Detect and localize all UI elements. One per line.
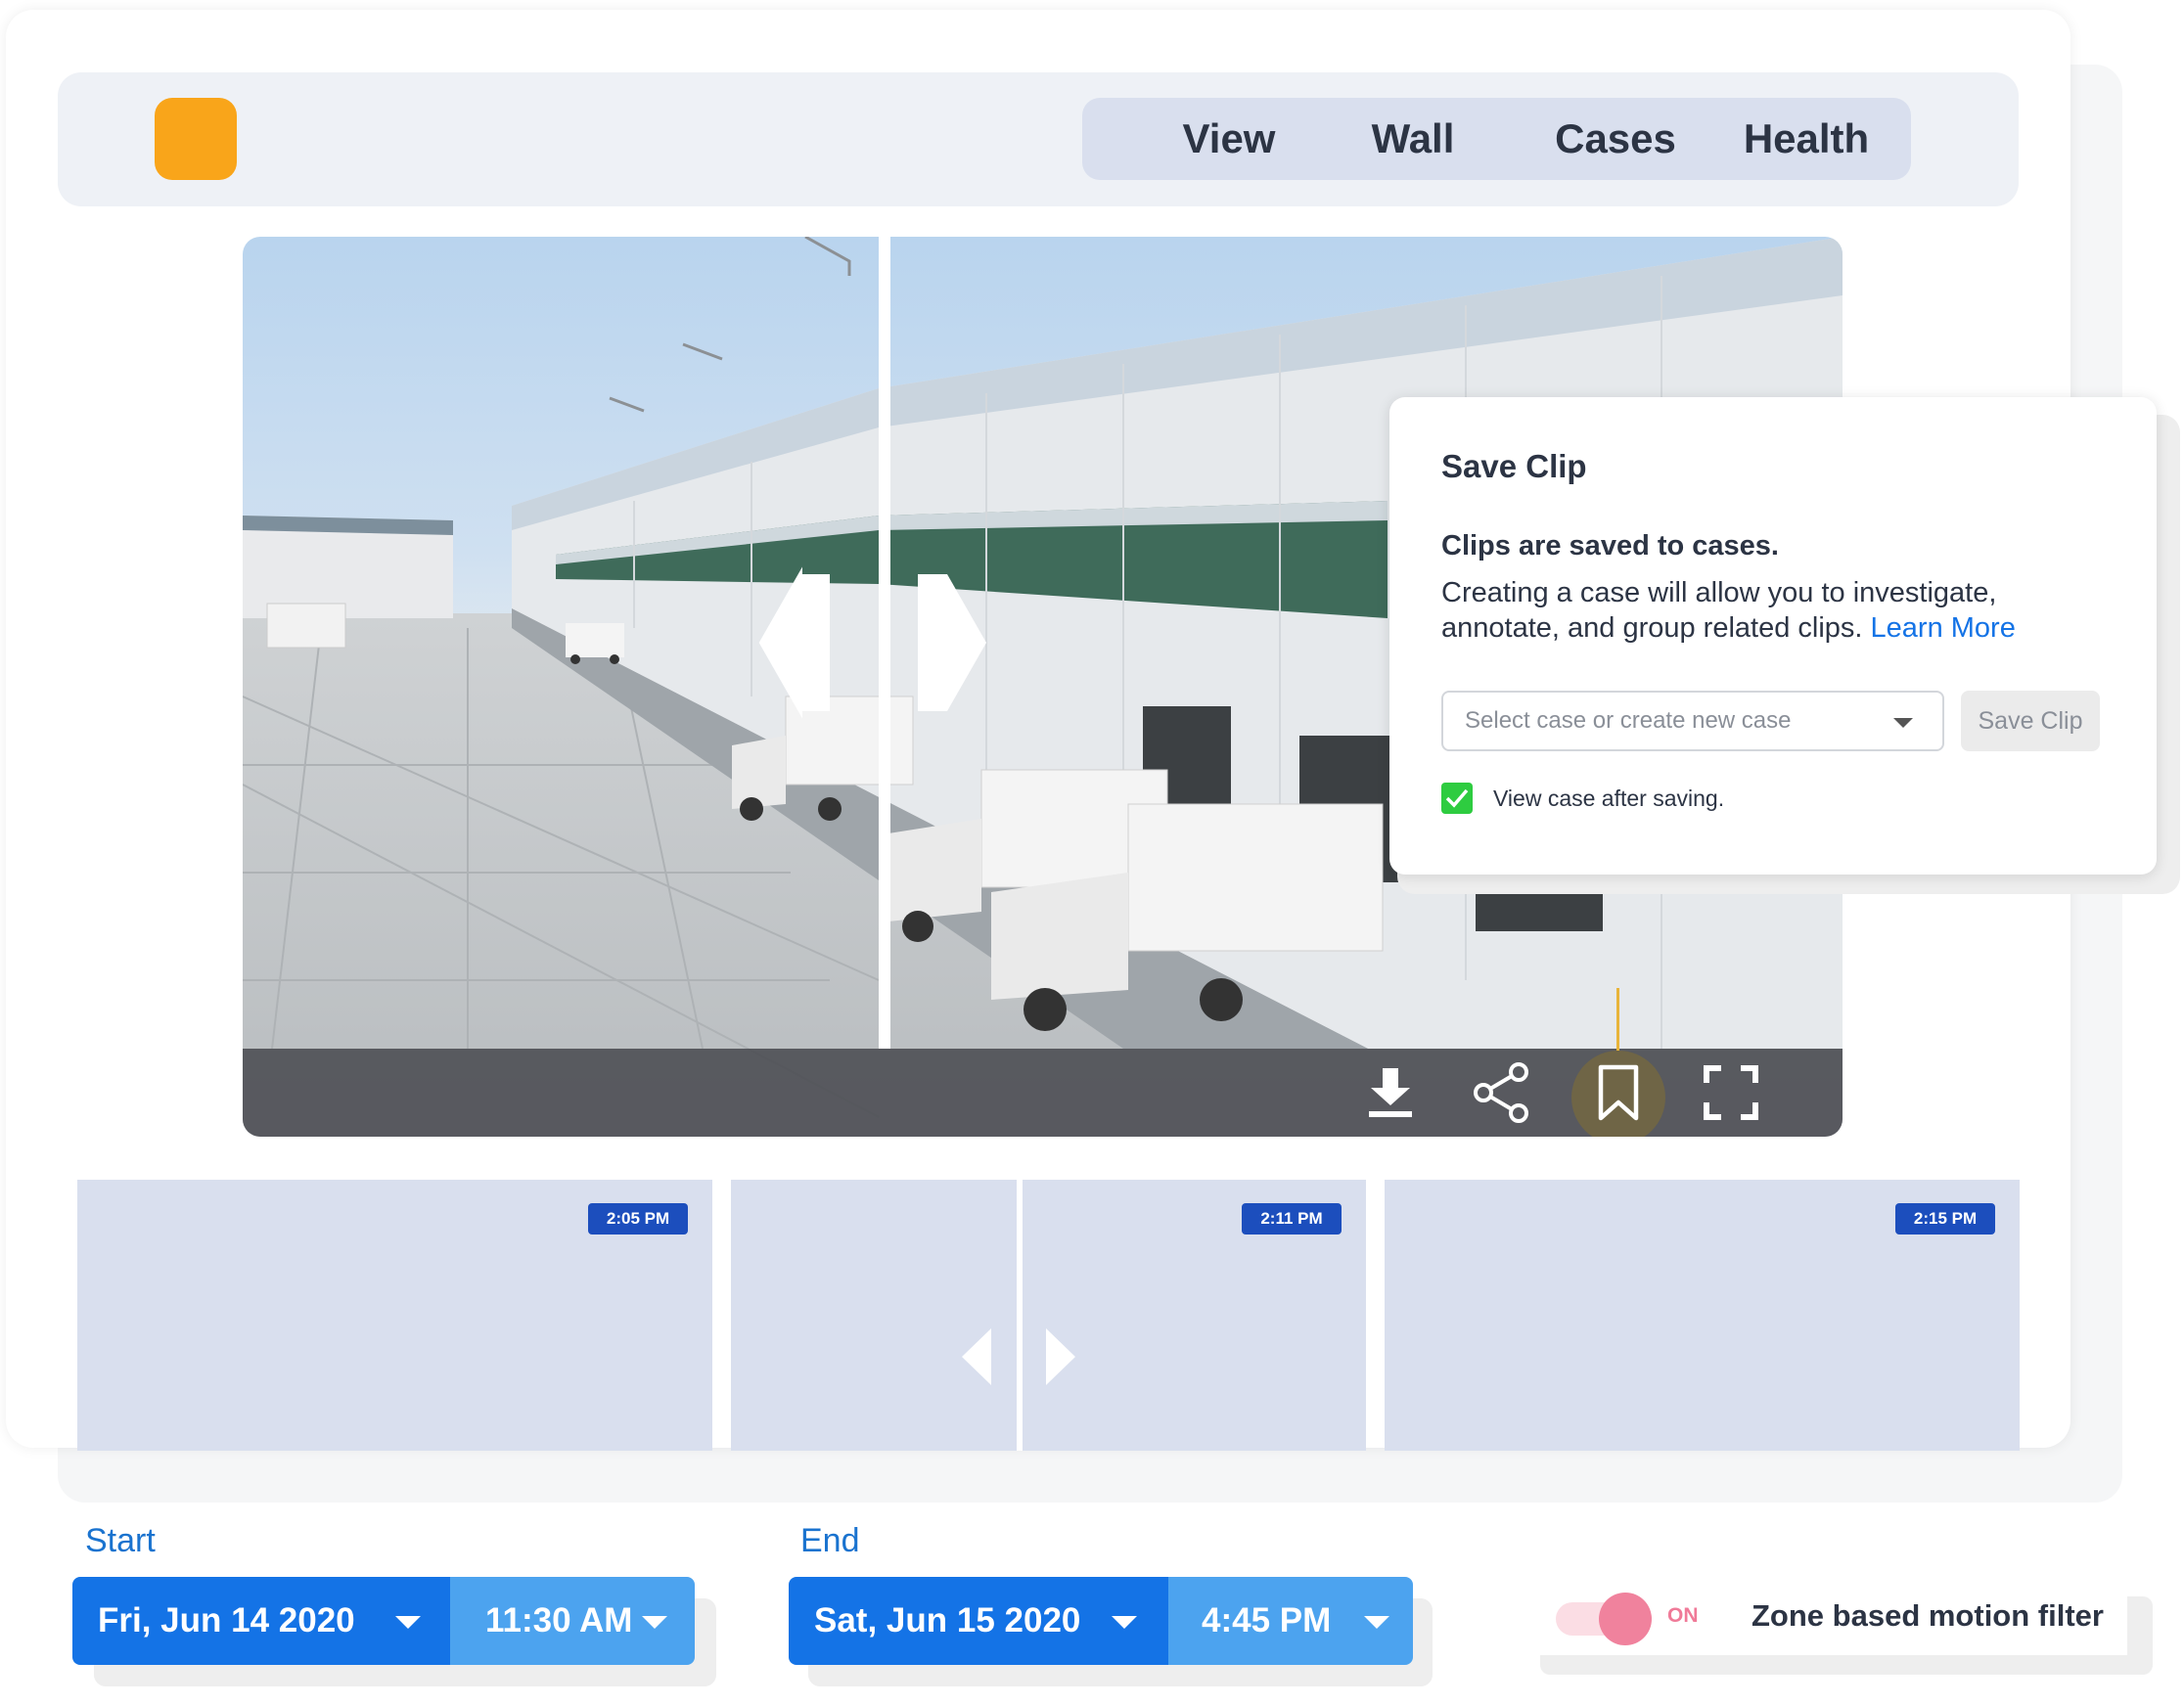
end-date-select[interactable]: Sat, Jun 15 2020: [789, 1577, 1168, 1665]
case-select-placeholder: Select case or create new case: [1465, 707, 1792, 734]
thumbnail-time-badge: 2:11 PM: [1242, 1203, 1342, 1235]
chevron-down-icon: [1364, 1616, 1389, 1629]
thumbnail-2[interactable]: 2:11 PM: [731, 1180, 1366, 1451]
fullscreen-icon[interactable]: [1687, 1049, 1775, 1137]
checkmark-icon: [1445, 788, 1469, 808]
comparison-divider[interactable]: [879, 237, 890, 1049]
download-icon[interactable]: [1346, 1049, 1434, 1137]
start-picker: Fri, Jun 14 2020 11:30 AM: [72, 1577, 695, 1665]
nav-item-health[interactable]: Health: [1718, 98, 1894, 180]
bookmark-icon[interactable]: [1574, 1049, 1662, 1137]
start-date-value: Fri, Jun 14 2020: [98, 1601, 355, 1639]
share-icon[interactable]: [1458, 1049, 1546, 1137]
main-nav: View Wall Cases Health: [1082, 98, 1911, 180]
bookmark-pointer-line: [1616, 988, 1619, 1051]
thumbnail-time-badge: 2:15 PM: [1895, 1203, 1995, 1235]
start-label: Start: [85, 1522, 156, 1559]
end-time-select[interactable]: 4:45 PM: [1168, 1577, 1413, 1665]
toggle-state-label: ON: [1667, 1604, 1699, 1627]
popup-description: Creating a case will allow you to invest…: [1441, 575, 2107, 646]
end-picker: Sat, Jun 15 2020 4:45 PM: [789, 1577, 1413, 1665]
end-time-value: 4:45 PM: [1202, 1601, 1332, 1639]
learn-more-link[interactable]: Learn More: [1871, 612, 2016, 644]
view-case-label: View case after saving.: [1493, 786, 1725, 811]
thumbnail-time-badge: 2:05 PM: [588, 1203, 688, 1235]
start-time-value: 11:30 AM: [485, 1601, 633, 1639]
nav-item-cases[interactable]: Cases: [1523, 98, 1708, 180]
end-label: End: [800, 1522, 860, 1559]
thumbnail-3[interactable]: 2:15 PM: [1385, 1180, 2020, 1451]
toggle-knob[interactable]: [1599, 1593, 1652, 1645]
popup-subtitle: Clips are saved to cases.: [1441, 530, 1779, 561]
chevron-down-icon: [395, 1616, 421, 1629]
popup-title: Save Clip: [1441, 448, 1587, 484]
compare-arrows-icon: [962, 1328, 1075, 1385]
nav-item-wall[interactable]: Wall: [1344, 98, 1481, 180]
chevron-down-icon: [642, 1616, 667, 1629]
end-date-value: Sat, Jun 15 2020: [814, 1601, 1081, 1639]
chevron-down-icon: [1112, 1616, 1137, 1629]
thumbnail-divider: [1017, 1180, 1023, 1451]
chevron-down-icon: [1893, 718, 1913, 728]
nav-item-view[interactable]: View: [1151, 98, 1307, 180]
start-date-select[interactable]: Fri, Jun 14 2020: [72, 1577, 450, 1665]
case-select-dropdown[interactable]: Select case or create new case: [1441, 691, 1944, 751]
thumbnail-1[interactable]: 2:05 PM: [77, 1180, 712, 1451]
motion-filter-label: Zone based motion filter: [1752, 1598, 2104, 1633]
view-case-checkbox[interactable]: [1441, 783, 1473, 814]
start-time-select[interactable]: 11:30 AM: [450, 1577, 695, 1665]
app-logo[interactable]: [155, 98, 237, 180]
save-clip-button[interactable]: Save Clip: [1961, 691, 2100, 751]
